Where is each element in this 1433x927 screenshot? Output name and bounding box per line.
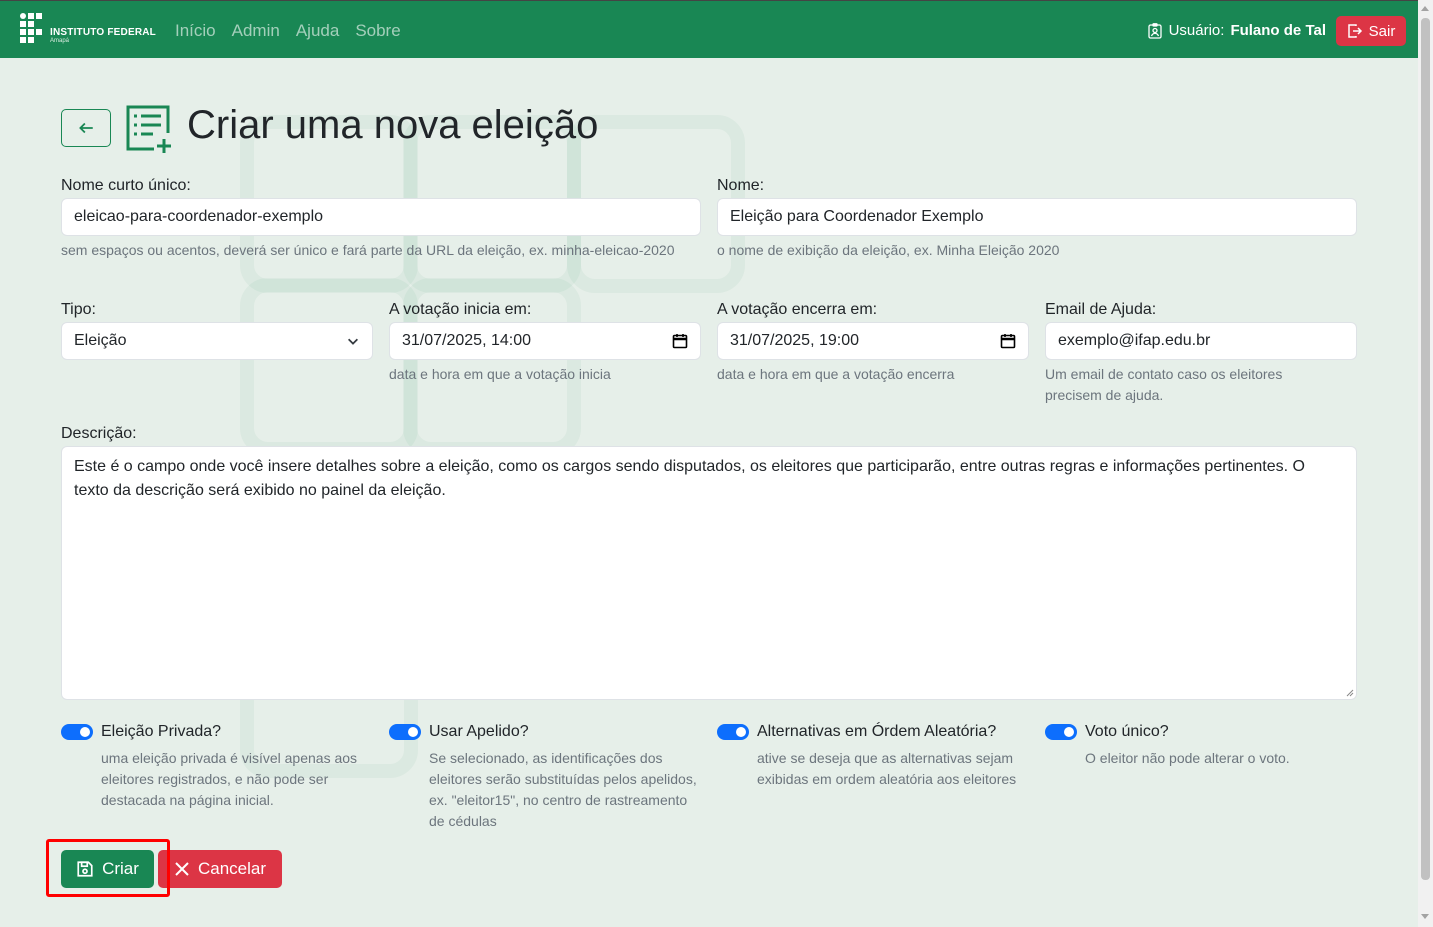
back-button[interactable]: [61, 109, 111, 147]
calendar-icon[interactable]: [672, 333, 688, 349]
email-value: exemplo@ifap.edu.br: [1058, 332, 1211, 349]
type-label: Tipo:: [61, 301, 96, 318]
random-order-label: Alternativas em Órdem Aleatória?: [757, 723, 997, 740]
start-value: 31/07/2025, 14:00: [402, 332, 532, 349]
logo-mark-icon: [20, 13, 46, 45]
type-value: Eleição: [74, 332, 127, 349]
nav-links: Início Admin Ajuda Sobre: [175, 21, 401, 41]
private-election-label: Eleição Privada?: [101, 723, 222, 740]
user-badge-icon: [1147, 22, 1162, 39]
short-name-input[interactable]: eleicao-para-coordenador-exemplo: [61, 198, 701, 236]
end-datetime-input[interactable]: 31/07/2025, 19:00: [717, 322, 1029, 360]
description-value: Este é o campo onde você insere detalhes…: [74, 458, 1305, 499]
user-name: Fulano de Tal: [1230, 22, 1326, 39]
end-value: 31/07/2025, 19:00: [730, 332, 860, 349]
scrollbar-thumb[interactable]: [1421, 18, 1430, 880]
close-icon: [175, 862, 189, 876]
type-select[interactable]: Eleição: [61, 322, 373, 360]
logout-icon: [1347, 24, 1362, 38]
scroll-down-icon[interactable]: [1421, 914, 1429, 919]
calendar-icon[interactable]: [1000, 333, 1016, 349]
nav-item-inicio[interactable]: Início: [175, 21, 216, 41]
email-help: Um email de contato caso os eleitores pr…: [1045, 366, 1283, 403]
email-label: Email de Ajuda:: [1045, 301, 1157, 318]
short-name-help: sem espaços ou acentos, deverá ser único…: [61, 242, 675, 258]
logo-campus: Amapá: [50, 38, 70, 44]
start-datetime-input[interactable]: 31/07/2025, 14:00: [389, 322, 701, 360]
nav-item-sobre[interactable]: Sobre: [355, 21, 400, 41]
short-name-label: Nome curto único:: [61, 177, 191, 194]
use-alias-help: Se selecionado, as identificações dos el…: [429, 750, 697, 829]
use-alias-label: Usar Apelido?: [429, 723, 529, 740]
chevron-down-icon: [348, 338, 358, 345]
name-input[interactable]: Eleição para Coordenador Exemplo: [717, 198, 1357, 236]
user-info: Usuário: Fulano de Tal: [1147, 22, 1326, 39]
vertical-scrollbar[interactable]: [1418, 0, 1433, 927]
logo-name: INSTITUTO FEDERAL: [50, 27, 156, 38]
random-order-switch[interactable]: [717, 724, 749, 740]
start-help: data e hora em que a votação inicia: [389, 366, 611, 382]
single-vote-switch[interactable]: [1045, 724, 1077, 740]
top-navbar: INSTITUTO FEDERAL Amapá Início Admin Aju…: [0, 0, 1418, 58]
start-label: A votação inicia em:: [389, 301, 532, 318]
random-order-help: ative se deseja que as alternativas seja…: [757, 750, 1017, 787]
cancel-button[interactable]: Cancelar: [158, 850, 282, 888]
private-election-help: uma eleição privada é visível apenas aos…: [101, 750, 358, 808]
scroll-up-icon[interactable]: [1421, 6, 1429, 11]
logout-label: Sair: [1368, 22, 1396, 40]
arrow-left-icon: [79, 122, 93, 134]
email-input[interactable]: exemplo@ifap.edu.br: [1045, 322, 1357, 360]
institute-logo[interactable]: INSTITUTO FEDERAL Amapá: [20, 13, 156, 47]
single-vote-help: O eleitor não pode alterar o voto.: [1085, 750, 1290, 766]
private-election-switch[interactable]: [61, 724, 93, 740]
nav-item-ajuda[interactable]: Ajuda: [296, 21, 339, 41]
cancel-label: Cancelar: [197, 859, 267, 878]
short-name-value: eleicao-para-coordenador-exemplo: [74, 208, 324, 225]
description-textarea[interactable]: Este é o campo onde você insere detalhes…: [61, 446, 1357, 700]
name-label: Nome:: [717, 177, 765, 194]
logout-button[interactable]: Sair: [1336, 16, 1406, 46]
description-label: Descrição:: [61, 425, 137, 442]
end-label: A votação encerra em:: [717, 301, 878, 318]
name-help: o nome de exibição da eleição, ex. Minha…: [717, 242, 1060, 258]
page-title: Criar uma nova eleição: [187, 103, 599, 147]
user-prefix: Usuário:: [1168, 22, 1225, 39]
single-vote-label: Voto único?: [1085, 723, 1169, 740]
nav-item-admin[interactable]: Admin: [232, 21, 280, 41]
use-alias-switch[interactable]: [389, 724, 421, 740]
checklist-add-icon: [126, 105, 171, 153]
name-value: Eleição para Coordenador Exemplo: [730, 208, 984, 225]
resize-handle-icon[interactable]: [1346, 689, 1354, 697]
end-help: data e hora em que a votação encerra: [717, 366, 955, 382]
highlight-box: [46, 839, 170, 897]
